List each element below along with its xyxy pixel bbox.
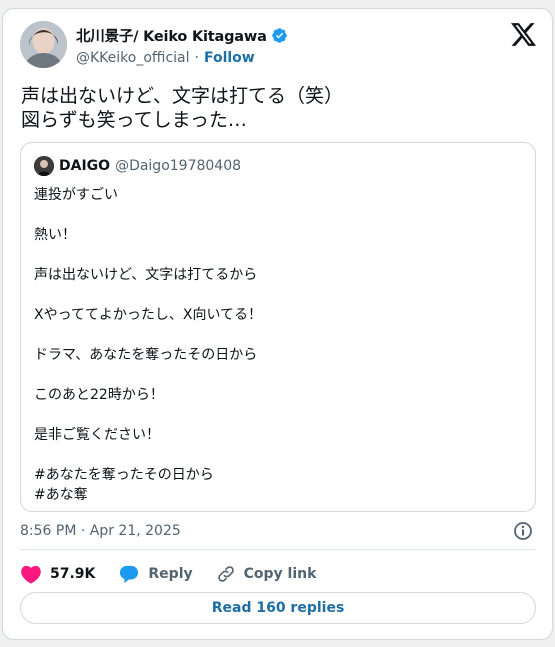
tweet-timestamp[interactable]: 8:56 PM · Apr 21, 2025 (20, 523, 181, 539)
quote-hashtag[interactable]: #あなたを奪ったその日から (34, 465, 262, 485)
tweet-line: 図らずも笑ってしまった… (21, 109, 247, 131)
tweet-line: 声は出ないけど、文字は打てる（笑） (21, 85, 344, 107)
quote-line: 是非ご覧ください！ (34, 427, 160, 443)
read-replies-label: Read 160 replies (211, 600, 345, 616)
quoted-author-avatar (34, 156, 54, 176)
tweet-text: 声は出ないけど、文字は打てる（笑） 図らずも笑ってしまった… (21, 84, 541, 132)
quote-line: 熱い！ (34, 227, 76, 243)
verified-badge-icon (271, 27, 288, 44)
quoted-tweet[interactable]: DAIGO @Daigo19780408 連投がすごい 熱い！ 声は出ないけど、… (20, 142, 536, 512)
quote-line: 声は出ないけど、文字は打てるから (34, 267, 258, 283)
separator-dot: · (194, 50, 199, 66)
author-display-name[interactable]: 北川景子/ Keiko Kitagawa (76, 25, 267, 46)
info-icon[interactable] (513, 521, 533, 541)
like-button[interactable]: 57.9K (20, 564, 95, 584)
quote-hashtag[interactable]: #あな奪 (34, 485, 262, 505)
quote-line: 連投がすごい (34, 187, 118, 203)
quote-line: ドラマ、あなたを奪ったその日から (34, 347, 258, 363)
tweet-card: 北川景子/ Keiko Kitagawa @KKeiko_official · … (2, 8, 553, 640)
heart-icon (21, 565, 41, 584)
copy-link-label: Copy link (243, 566, 317, 582)
copy-link-button[interactable]: Copy link (216, 564, 317, 584)
reply-bubble-icon (120, 565, 139, 584)
quoted-author-handle: @Daigo19780408 (115, 158, 242, 174)
quoted-author-name: DAIGO (59, 158, 111, 174)
quote-line: このあと22時から！ (34, 387, 164, 403)
read-replies-button[interactable]: Read 160 replies (20, 592, 536, 624)
quote-line: Xやっててよかったし、X向いてる！ (34, 307, 263, 323)
like-count: 57.9K (50, 566, 96, 582)
follow-button[interactable]: Follow (204, 50, 255, 66)
divider (20, 549, 536, 550)
reply-label: Reply (148, 566, 193, 582)
author-avatar[interactable] (20, 21, 67, 68)
reply-button[interactable]: Reply (118, 564, 193, 584)
x-logo-icon[interactable] (511, 23, 537, 47)
quoted-tweet-text: 連投がすごい 熱い！ 声は出ないけど、文字は打てるから Xやっててよかったし、X… (34, 185, 262, 505)
author-handle[interactable]: @KKeiko_official (76, 50, 190, 66)
link-icon (217, 566, 234, 582)
